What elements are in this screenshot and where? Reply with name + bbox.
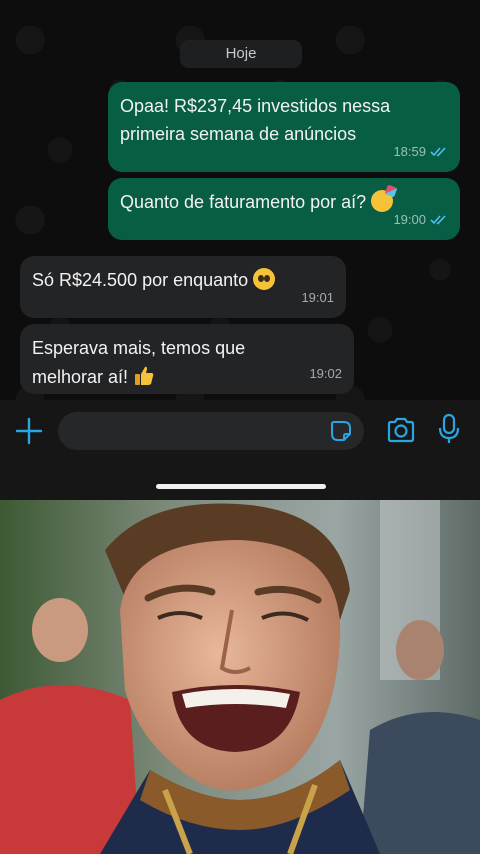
- message-line: primeira semana de anúncios: [120, 124, 357, 144]
- message-meta: 19:00: [393, 206, 448, 234]
- message-line: Opaa! R$237,45 investidos nessa: [120, 96, 391, 116]
- message-line: Só R$24.500 por enquanto: [32, 270, 249, 290]
- read-checks-icon: [430, 147, 446, 157]
- party-face-emoji-icon: [371, 190, 394, 212]
- message-text: Quanto de faturamento por aí?: [120, 188, 394, 216]
- message-meta: 18:59: [393, 138, 448, 166]
- message-line: Quanto de faturamento por aí?: [120, 192, 367, 212]
- message-meta: 19:02: [309, 360, 342, 388]
- message-time: 19:01: [301, 290, 334, 305]
- microphone-icon[interactable]: [438, 413, 460, 445]
- message-time: 18:59: [393, 144, 426, 159]
- message-line: melhorar aí!: [32, 367, 129, 387]
- home-indicator: [156, 484, 326, 489]
- message-text: Opaa! R$237,45 investidos nessa primeira…: [120, 92, 390, 148]
- message-input[interactable]: [58, 412, 364, 450]
- chat-area: Hoje Opaa! R$237,45 investidos nessa pri…: [0, 0, 480, 400]
- composer-bar: [0, 400, 480, 500]
- smiling-man-photo-icon: [0, 500, 480, 854]
- camera-icon[interactable]: [386, 416, 416, 444]
- message-bubble-incoming[interactable]: Só R$24.500 por enquanto 19:01: [20, 256, 346, 318]
- pleading-face-emoji-icon: [253, 268, 276, 290]
- message-time: 19:02: [309, 366, 342, 381]
- message-bubble-outgoing[interactable]: Quanto de faturamento por aí? 19:00: [108, 178, 460, 240]
- read-checks-icon: [430, 215, 446, 225]
- date-divider: Hoje: [180, 40, 302, 68]
- plus-icon[interactable]: [14, 416, 44, 446]
- message-meta: 19:01: [301, 284, 334, 312]
- message-bubble-incoming[interactable]: Esperava mais, temos que melhorar aí! 19…: [20, 324, 354, 394]
- sticker-icon[interactable]: [330, 420, 352, 442]
- message-text: Esperava mais, temos que melhorar aí!: [32, 334, 245, 392]
- message-bubble-outgoing[interactable]: Opaa! R$237,45 investidos nessa primeira…: [108, 82, 460, 172]
- reaction-photo: [0, 500, 480, 854]
- thumbs-up-emoji-icon: [135, 366, 154, 385]
- message-text: Só R$24.500 por enquanto: [32, 266, 276, 294]
- message-line: Esperava mais, temos que: [32, 338, 246, 358]
- message-time: 19:00: [393, 212, 426, 227]
